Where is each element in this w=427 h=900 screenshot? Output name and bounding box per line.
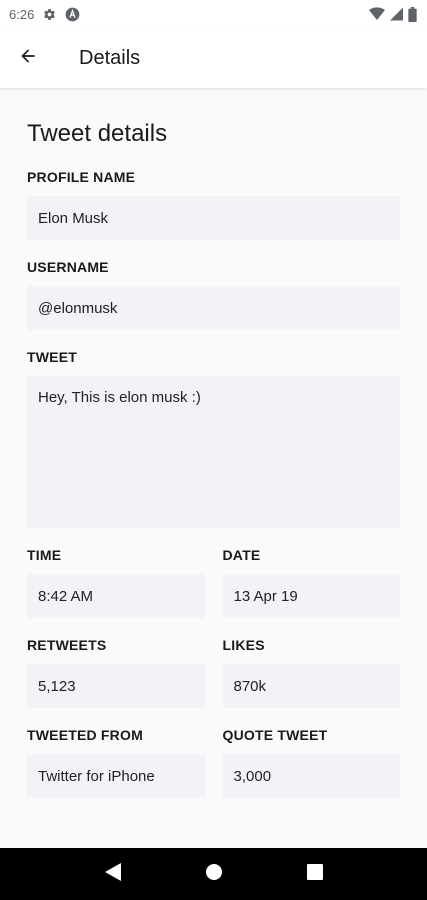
- profile-name-block: PROFILE NAME Elon Musk: [27, 168, 400, 240]
- nav-recents-button[interactable]: [295, 854, 335, 894]
- nav-home-button[interactable]: [194, 854, 234, 894]
- retweets-field[interactable]: 5,123: [27, 664, 205, 708]
- signal-icon: [390, 7, 403, 21]
- profile-name-field[interactable]: Elon Musk: [27, 196, 400, 240]
- system-nav-bar: [0, 848, 427, 900]
- likes-field[interactable]: 870k: [222, 664, 400, 708]
- app-bar: Details: [0, 28, 427, 88]
- quote-tweet-block: QUOTE TWEET 3,000: [222, 726, 400, 798]
- retweets-block: RETWEETS 5,123: [27, 636, 205, 708]
- battery-icon: [408, 6, 417, 22]
- username-block: USERNAME @elonmusk: [27, 258, 400, 330]
- section-title: Tweet details: [27, 120, 168, 147]
- nav-back-button[interactable]: [93, 854, 133, 894]
- recents-square-icon: [306, 863, 323, 885]
- status-left: 6:26: [9, 7, 80, 22]
- time-field[interactable]: 8:42 AM: [27, 574, 205, 618]
- tweet-block: TWEET Hey, This is elon musk :): [27, 348, 400, 528]
- time-date-row: TIME 8:42 AM DATE 13 Apr 19: [27, 546, 400, 618]
- arrow-left-icon: [18, 46, 38, 71]
- tweeted-from-field[interactable]: Twitter for iPhone: [27, 754, 205, 798]
- source-quote-row: TWEETED FROM Twitter for iPhone QUOTE TW…: [27, 726, 400, 798]
- a-badge-icon: [65, 7, 80, 22]
- back-button[interactable]: [0, 28, 56, 88]
- status-time: 6:26: [9, 6, 35, 22]
- quote-tweet-label: QUOTE TWEET: [222, 727, 328, 743]
- username-label: USERNAME: [27, 259, 109, 275]
- time-label: TIME: [27, 547, 62, 563]
- time-block: TIME 8:42 AM: [27, 546, 205, 618]
- details-content: Tweet details PROFILE NAME Elon Musk USE…: [0, 88, 427, 848]
- quote-tweet-field[interactable]: 3,000: [222, 754, 400, 798]
- tweeted-from-label: TWEETED FROM: [27, 727, 143, 743]
- wifi-icon: [369, 7, 385, 21]
- username-field[interactable]: @elonmusk: [27, 286, 400, 330]
- home-circle-icon: [205, 863, 223, 886]
- retweets-label: RETWEETS: [27, 637, 107, 653]
- status-bar: 6:26: [0, 0, 427, 28]
- likes-label: LIKES: [222, 637, 265, 653]
- back-triangle-icon: [104, 862, 121, 886]
- profile-name-label: PROFILE NAME: [27, 169, 136, 185]
- likes-block: LIKES 870k: [222, 636, 400, 708]
- date-block: DATE 13 Apr 19: [222, 546, 400, 618]
- gear-icon: [43, 8, 56, 21]
- status-right: [369, 6, 417, 22]
- retweets-likes-row: RETWEETS 5,123 LIKES 870k: [27, 636, 400, 708]
- date-field[interactable]: 13 Apr 19: [222, 574, 400, 618]
- tweet-label: TWEET: [27, 349, 77, 365]
- date-label: DATE: [222, 547, 261, 563]
- tweet-field[interactable]: Hey, This is elon musk :): [27, 376, 400, 528]
- page-title: Details: [79, 46, 141, 69]
- tweeted-from-block: TWEETED FROM Twitter for iPhone: [27, 726, 205, 798]
